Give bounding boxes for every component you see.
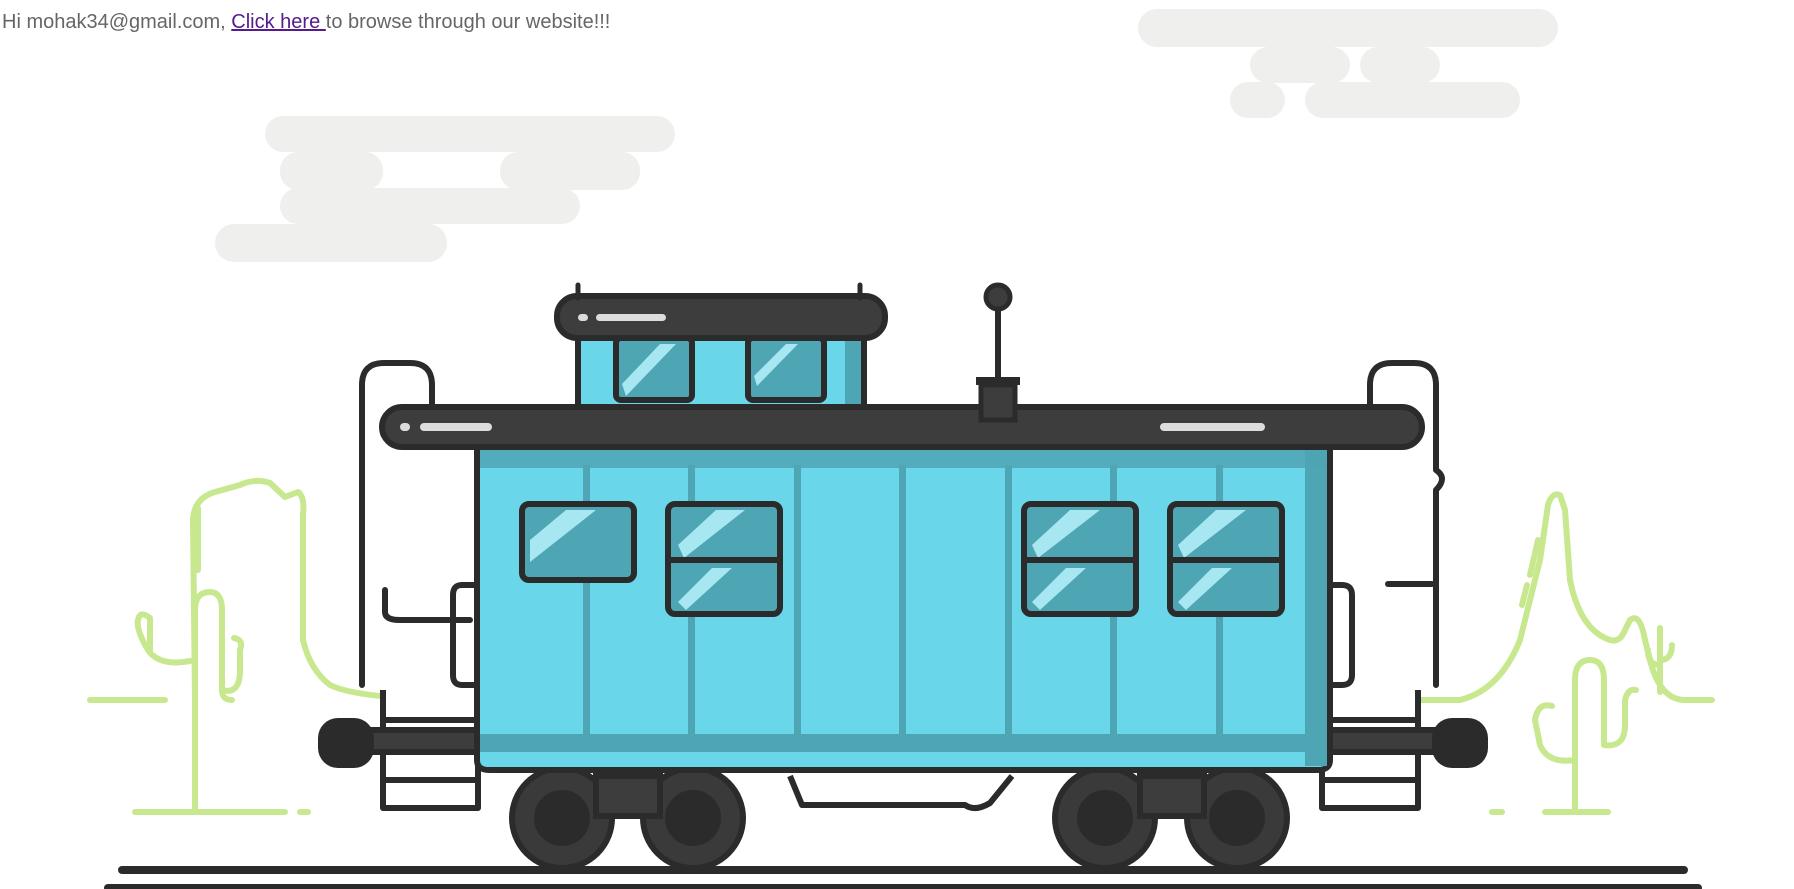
railway-track xyxy=(104,866,1702,889)
caboose-antenna xyxy=(976,282,1020,423)
caboose-illustration xyxy=(87,9,1715,889)
page: Hi mohak34@gmail.com, Click here to brow… xyxy=(0,0,1794,889)
caboose-cupola xyxy=(554,282,888,427)
caboose-roof xyxy=(379,404,1425,450)
cloud-left xyxy=(215,116,675,262)
cloud-right xyxy=(1138,9,1558,118)
